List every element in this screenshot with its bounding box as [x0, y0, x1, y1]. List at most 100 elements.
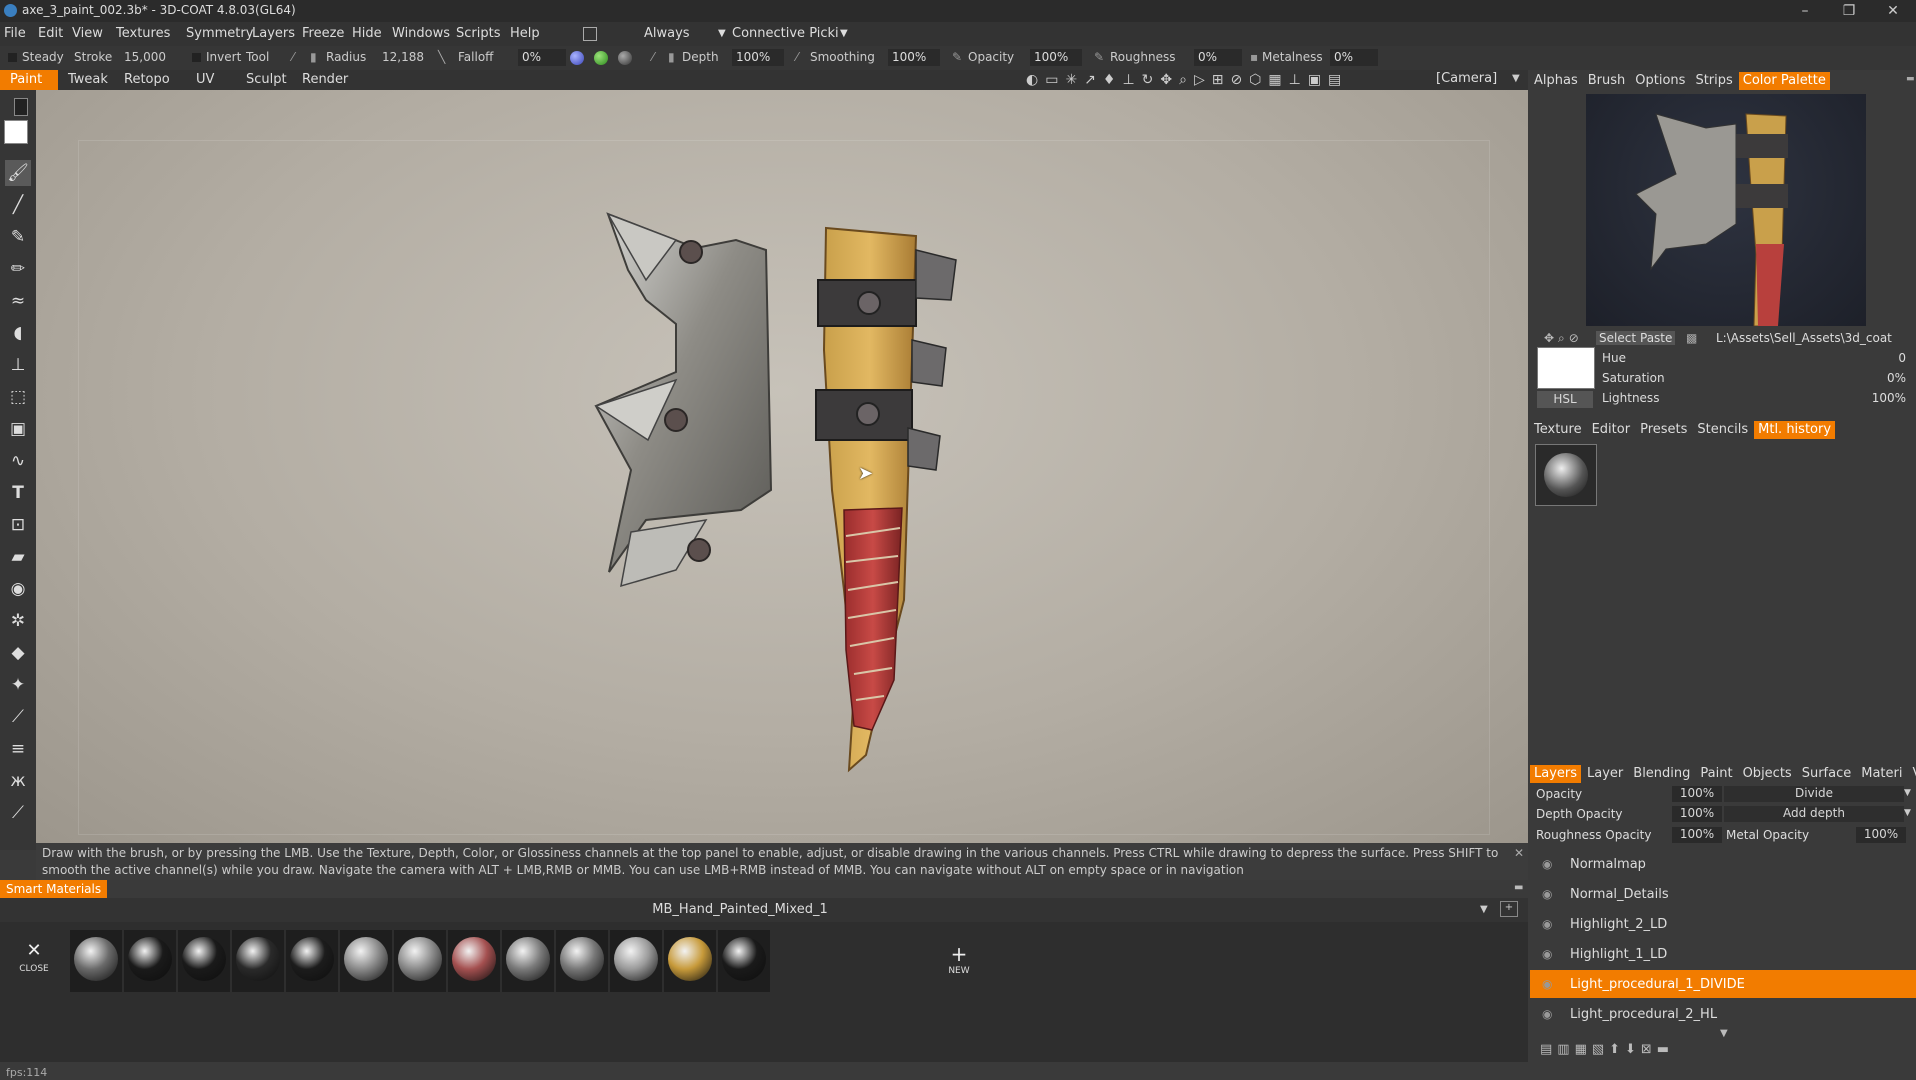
clone-tool-icon[interactable]: ▣: [5, 416, 31, 442]
maximize-button[interactable]: ❐: [1828, 0, 1870, 22]
current-color-swatch[interactable]: [1537, 347, 1595, 389]
tab-smart-materials[interactable]: Smart Materials: [0, 880, 108, 898]
select-button[interactable]: Select: [1596, 331, 1640, 345]
smoothing-pen-icon[interactable]: ⁄: [796, 50, 798, 64]
layer-row[interactable]: ◉ Highlight_1_LD: [1530, 940, 1916, 968]
tab-stencils[interactable]: Stencils: [1693, 421, 1752, 439]
menu-hide[interactable]: Hide: [352, 26, 382, 41]
smart-material-thumbnail[interactable]: [232, 930, 284, 992]
tab-render[interactable]: Render: [292, 70, 358, 90]
add-material-icon[interactable]: +: [944, 942, 974, 966]
smart-material-thumbnail[interactable]: [178, 930, 230, 992]
smart-material-thumbnail[interactable]: [124, 930, 176, 992]
depth-pen-icon[interactable]: ⁄: [652, 50, 654, 64]
blend-chevron-down-icon[interactable]: ▼: [1904, 788, 1911, 798]
layer-row[interactable]: ◉ Highlight_2_LD: [1530, 910, 1916, 938]
steady-label[interactable]: Steady: [22, 50, 64, 64]
smudge-tool-icon[interactable]: ≈: [5, 288, 31, 314]
layer-visibility-eye-icon[interactable]: ◉: [1542, 940, 1556, 968]
camera-dropdown[interactable]: [Camera]: [1436, 71, 1497, 86]
line-tool-icon[interactable]: ╱: [5, 192, 31, 218]
menu-edit[interactable]: Edit: [38, 26, 63, 41]
menu-layers[interactable]: Layers: [252, 26, 295, 41]
tab-presets[interactable]: Presets: [1636, 421, 1691, 439]
layer-visibility-eye-icon[interactable]: ◉: [1542, 880, 1556, 908]
fill-tool-icon[interactable]: ◖: [5, 320, 31, 346]
menu-windows[interactable]: Windows: [392, 26, 450, 41]
layers-scroll-down-icon[interactable]: ▼: [1720, 1028, 1728, 1039]
menu-symmetry[interactable]: Symmetry: [186, 26, 253, 41]
layer-visibility-eye-icon[interactable]: ◉: [1542, 850, 1556, 878]
primary-color-swatch[interactable]: [4, 120, 28, 144]
metalness-value[interactable]: 0%: [1330, 49, 1378, 66]
palette-path[interactable]: L:\Assets\Sell_Assets\3d_coat: [1716, 331, 1912, 345]
smart-material-thumbnail[interactable]: [502, 930, 554, 992]
close-window-button[interactable]: ✕: [1872, 0, 1914, 22]
tab-uv[interactable]: UV: [186, 70, 224, 90]
material-tool-icon[interactable]: ◆: [5, 640, 31, 666]
tab-layer[interactable]: Layer: [1583, 765, 1627, 783]
always-checkbox[interactable]: [583, 27, 597, 41]
tab-retopo[interactable]: Retopo: [114, 70, 180, 90]
smart-material-thumbnail[interactable]: [610, 930, 662, 992]
radius-value[interactable]: 12,188: [382, 50, 424, 64]
always-dropdown[interactable]: Always: [644, 26, 690, 41]
layer-row[interactable]: ◉ Light_procedural_2_HL: [1530, 1000, 1916, 1028]
saturation-value[interactable]: 0%: [1860, 371, 1906, 385]
opacity-brush-icon[interactable]: ✎: [952, 50, 962, 64]
stamp-tool-icon[interactable]: ⊥: [5, 352, 31, 378]
depth-opacity-value[interactable]: 100%: [1672, 806, 1722, 822]
blend-mode-dropdown[interactable]: Divide: [1724, 786, 1904, 802]
pen-pressure-icon[interactable]: ⁄: [292, 50, 294, 64]
smart-material-thumbnail[interactable]: [286, 930, 338, 992]
smart-material-thumbnail[interactable]: [394, 930, 446, 992]
tab-sculpt[interactable]: Sculpt: [236, 70, 297, 90]
roughness-value[interactable]: 0%: [1194, 49, 1242, 66]
smoothing-value[interactable]: 100%: [888, 49, 940, 66]
3d-viewport[interactable]: ➤: [36, 90, 1528, 843]
tab-options[interactable]: Options: [1631, 72, 1689, 90]
tab-objects[interactable]: Objects: [1739, 765, 1796, 783]
tab-layers[interactable]: Layers: [1530, 765, 1582, 783]
depth-channel-sphere-icon[interactable]: [618, 51, 632, 65]
steady-checkbox[interactable]: [8, 53, 17, 62]
ruler-tool-icon[interactable]: ⟋: [5, 800, 31, 826]
roughness-opacity-value[interactable]: 100%: [1672, 827, 1722, 843]
transform-tool-icon[interactable]: ⬚: [5, 384, 31, 410]
smart-material-thumbnail[interactable]: [448, 930, 500, 992]
curve-tool-icon[interactable]: ∿: [5, 448, 31, 474]
falloff-icon[interactable]: ╲: [438, 50, 445, 64]
palette-image-icon[interactable]: ▩: [1686, 331, 1697, 345]
smart-material-thumbnail[interactable]: [340, 930, 392, 992]
layer-opacity-value[interactable]: 100%: [1672, 786, 1722, 802]
layer-visibility-eye-icon[interactable]: ◉: [1542, 910, 1556, 938]
invert-tool-checkbox[interactable]: [192, 53, 201, 62]
layer-row[interactable]: ◉ Normalmap: [1530, 850, 1916, 878]
roughness-brush-icon[interactable]: ✎: [1094, 50, 1104, 64]
layer-row[interactable]: ◉ Normal_Details: [1530, 880, 1916, 908]
metalness-icon[interactable]: ▪: [1250, 50, 1258, 64]
tab-brush[interactable]: Brush: [1584, 72, 1630, 90]
tab-surface[interactable]: Surface: [1798, 765, 1856, 783]
minimize-button[interactable]: –: [1784, 0, 1826, 22]
layer-action-icons[interactable]: ▤▥▦▧⬆⬇⊠▬: [1540, 1042, 1674, 1057]
airbrush-tool-icon[interactable]: ✎: [5, 224, 31, 250]
strips-tool-icon[interactable]: ≡: [5, 736, 31, 762]
smart-material-thumbnail[interactable]: [70, 930, 122, 992]
picture-tool-icon[interactable]: ⊡: [5, 512, 31, 538]
pen-tool-icon[interactable]: ⟋: [5, 704, 31, 730]
invert-label[interactable]: Invert: [206, 50, 241, 64]
opacity-value[interactable]: 100%: [1030, 49, 1082, 66]
layer-row[interactable]: ◉ Light_procedural_1_DIVIDE: [1530, 970, 1916, 998]
paste-button[interactable]: Paste: [1637, 331, 1676, 345]
connective-picking-dropdown[interactable]: Connective Picki: [732, 26, 839, 41]
close-label[interactable]: CLOSE: [14, 964, 54, 974]
menu-freeze[interactable]: Freeze: [302, 26, 344, 41]
connective-chevron-down-icon[interactable]: ▼: [840, 28, 848, 39]
butterfly-tool-icon[interactable]: ж: [5, 768, 31, 794]
tab-strips[interactable]: Strips: [1691, 72, 1736, 90]
palette-tool-icons[interactable]: ✥⌕⊘: [1544, 331, 1583, 346]
add-folder-icon[interactable]: +: [1500, 901, 1518, 917]
eye-tool-icon[interactable]: ◉: [5, 576, 31, 602]
layer-visibility-eye-icon[interactable]: ◉: [1542, 970, 1556, 998]
